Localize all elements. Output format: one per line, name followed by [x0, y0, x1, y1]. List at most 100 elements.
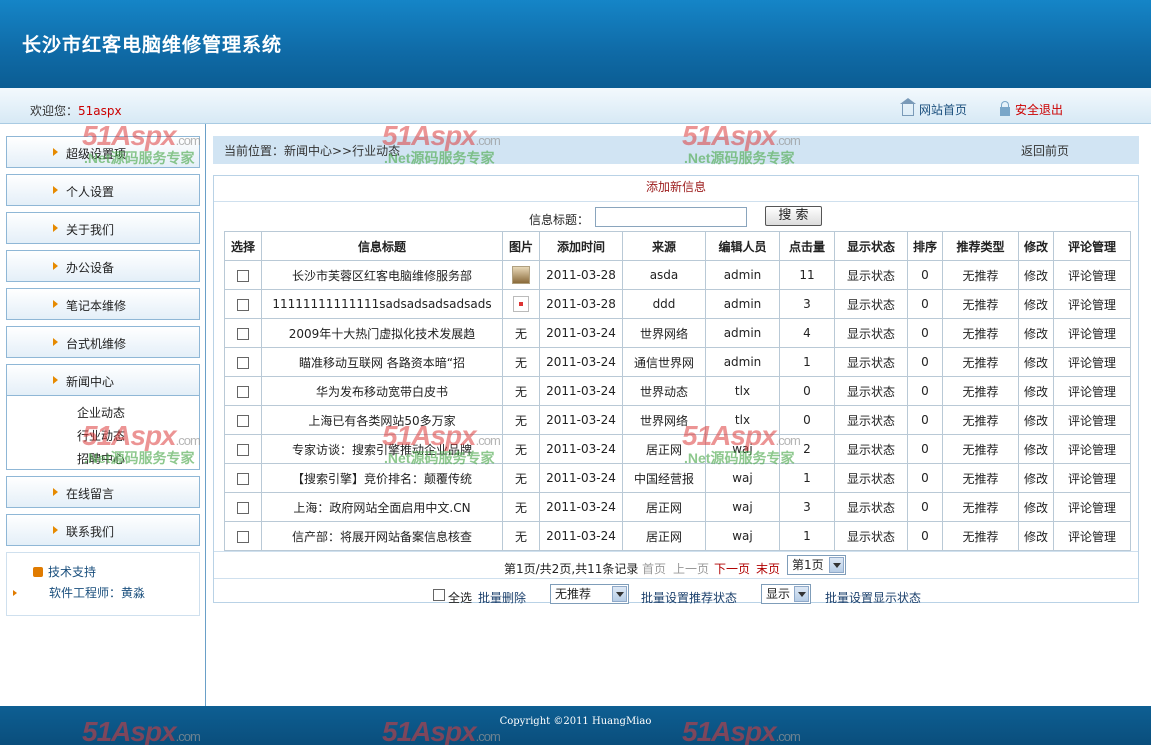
row-checkbox[interactable]: [237, 356, 249, 369]
row-picture: 无: [502, 347, 540, 377]
logout-link[interactable]: 安全退出: [1000, 101, 1063, 118]
row-title[interactable]: 瞄准移动互联网 各路资本暗“招: [261, 347, 503, 377]
row-select[interactable]: [224, 376, 262, 406]
set-recommend-link[interactable]: 批量设置推荐状态: [641, 589, 737, 606]
row-title[interactable]: 【搜索引擎】竞价排名：颠覆传统: [261, 463, 503, 493]
row-edit-link[interactable]: 修改: [1018, 405, 1054, 435]
submenu-item-industry-news[interactable]: 行业动态: [7, 425, 199, 448]
row-comment-manage-link[interactable]: 评论管理: [1053, 318, 1131, 348]
row-select[interactable]: [224, 521, 262, 551]
pager-first[interactable]: 首页: [642, 560, 666, 577]
row-display-status[interactable]: 显示状态: [834, 521, 908, 551]
row-comment-manage-link[interactable]: 评论管理: [1053, 434, 1131, 464]
pager-next[interactable]: 下一页: [714, 560, 750, 577]
batch-delete-link[interactable]: 批量删除: [478, 589, 526, 606]
row-display-status[interactable]: 显示状态: [834, 318, 908, 348]
row-checkbox[interactable]: [237, 327, 249, 340]
search-input[interactable]: [595, 207, 747, 227]
row-title[interactable]: 上海：政府网站全面启用中文.CN: [261, 492, 503, 522]
back-link[interactable]: 返回前页: [1021, 142, 1069, 159]
search-bar: 信息标题： 搜 索: [214, 203, 1138, 232]
row-edit-link[interactable]: 修改: [1018, 434, 1054, 464]
row-checkbox[interactable]: [237, 501, 249, 514]
row-display-status[interactable]: 显示状态: [834, 492, 908, 522]
row-edit-link[interactable]: 修改: [1018, 289, 1054, 319]
row-comment-manage-link[interactable]: 评论管理: [1053, 463, 1131, 493]
pager-last[interactable]: 末页: [756, 560, 780, 577]
row-edit-link[interactable]: 修改: [1018, 492, 1054, 522]
row-display-status[interactable]: 显示状态: [834, 376, 908, 406]
row-comment-manage-link[interactable]: 评论管理: [1053, 260, 1131, 290]
recommend-select[interactable]: 无推荐: [550, 584, 629, 604]
home-link[interactable]: 网站首页: [900, 97, 967, 118]
row-select[interactable]: [224, 347, 262, 377]
row-comment-manage-link[interactable]: 评论管理: [1053, 405, 1131, 435]
sidebar-item-online-message[interactable]: 在线留言: [6, 476, 200, 508]
row-select[interactable]: [224, 289, 262, 319]
row-display-status[interactable]: 显示状态: [834, 347, 908, 377]
row-edit-link[interactable]: 修改: [1018, 463, 1054, 493]
row-display-status[interactable]: 显示状态: [834, 260, 908, 290]
row-clicks: 2: [779, 434, 835, 464]
row-comment-manage-link[interactable]: 评论管理: [1053, 492, 1131, 522]
row-select[interactable]: [224, 492, 262, 522]
row-title[interactable]: 上海已有各类网站50多万家: [261, 405, 503, 435]
row-title[interactable]: 华为发布移动宽带白皮书: [261, 376, 503, 406]
row-select[interactable]: [224, 318, 262, 348]
row-checkbox[interactable]: [237, 298, 249, 311]
row-display-status[interactable]: 显示状态: [834, 434, 908, 464]
sidebar-item-news-center[interactable]: 新闻中心: [6, 364, 200, 396]
row-edit-link[interactable]: 修改: [1018, 347, 1054, 377]
row-title[interactable]: 长沙市芙蓉区红客电脑维修服务部: [261, 260, 503, 290]
row-title[interactable]: 11111111111111sadsadsadsadsads: [261, 289, 503, 319]
batch-actions: 全选 批量删除 无推荐 批量设置推荐状态 显示 批量设置显示状态: [214, 580, 1138, 606]
col-edit: 修改: [1018, 231, 1054, 261]
set-display-link[interactable]: 批量设置显示状态: [825, 589, 921, 606]
row-checkbox[interactable]: [237, 443, 249, 456]
add-new-link[interactable]: 添加新信息: [214, 176, 1138, 202]
row-editor: tlx: [705, 376, 780, 406]
row-checkbox[interactable]: [237, 472, 249, 485]
row-edit-link[interactable]: 修改: [1018, 376, 1054, 406]
row-title[interactable]: 专家访谈：搜索引擎推动企业品牌: [261, 434, 503, 464]
search-button[interactable]: 搜 索: [765, 206, 822, 226]
row-title[interactable]: 2009年十大热门虚拟化技术发展趋: [261, 318, 503, 348]
row-select[interactable]: [224, 463, 262, 493]
row-comment-manage-link[interactable]: 评论管理: [1053, 521, 1131, 551]
row-display-status[interactable]: 显示状态: [834, 405, 908, 435]
submenu-item-company-news[interactable]: 企业动态: [7, 402, 199, 425]
table-row: 11111111111111sadsadsadsadsads 2011-03-28…: [224, 289, 1131, 319]
row-edit-link[interactable]: 修改: [1018, 318, 1054, 348]
sidebar-item-laptop-repair[interactable]: 笔记本维修: [6, 288, 200, 320]
display-select[interactable]: 显示: [761, 584, 811, 604]
sidebar-item-personal-settings[interactable]: 个人设置: [6, 174, 200, 206]
submenu-item-recruitment[interactable]: 招聘中心: [7, 448, 199, 471]
row-edit-link[interactable]: 修改: [1018, 521, 1054, 551]
row-select[interactable]: [224, 405, 262, 435]
row-display-status[interactable]: 显示状态: [834, 289, 908, 319]
col-comment-manage: 评论管理: [1053, 231, 1131, 261]
row-title[interactable]: 信产部：将展开网站备案信息核查: [261, 521, 503, 551]
row-checkbox[interactable]: [237, 414, 249, 427]
row-editor: admin: [705, 318, 780, 348]
row-select[interactable]: [224, 434, 262, 464]
select-all-checkbox[interactable]: [433, 589, 445, 601]
row-checkbox[interactable]: [237, 269, 249, 282]
row-checkbox[interactable]: [237, 385, 249, 398]
row-comment-manage-link[interactable]: 评论管理: [1053, 376, 1131, 406]
row-comment-manage-link[interactable]: 评论管理: [1053, 347, 1131, 377]
row-edit-link[interactable]: 修改: [1018, 260, 1054, 290]
page-select[interactable]: 第1页: [787, 555, 846, 575]
row-comment-manage-link[interactable]: 评论管理: [1053, 289, 1131, 319]
sidebar-item-desktop-repair[interactable]: 台式机维修: [6, 326, 200, 358]
sidebar-item-contact-us[interactable]: 联系我们: [6, 514, 200, 546]
row-source: 世界网络: [622, 318, 706, 348]
row-select[interactable]: [224, 260, 262, 290]
sidebar-item-office-equipment[interactable]: 办公设备: [6, 250, 200, 282]
sidebar-divider: [205, 124, 206, 706]
row-display-status[interactable]: 显示状态: [834, 463, 908, 493]
row-checkbox[interactable]: [237, 530, 249, 543]
pager-prev[interactable]: 上一页: [673, 560, 709, 577]
sidebar-item-super-settings[interactable]: 超级设置项: [6, 136, 200, 168]
sidebar-item-about-us[interactable]: 关于我们: [6, 212, 200, 244]
